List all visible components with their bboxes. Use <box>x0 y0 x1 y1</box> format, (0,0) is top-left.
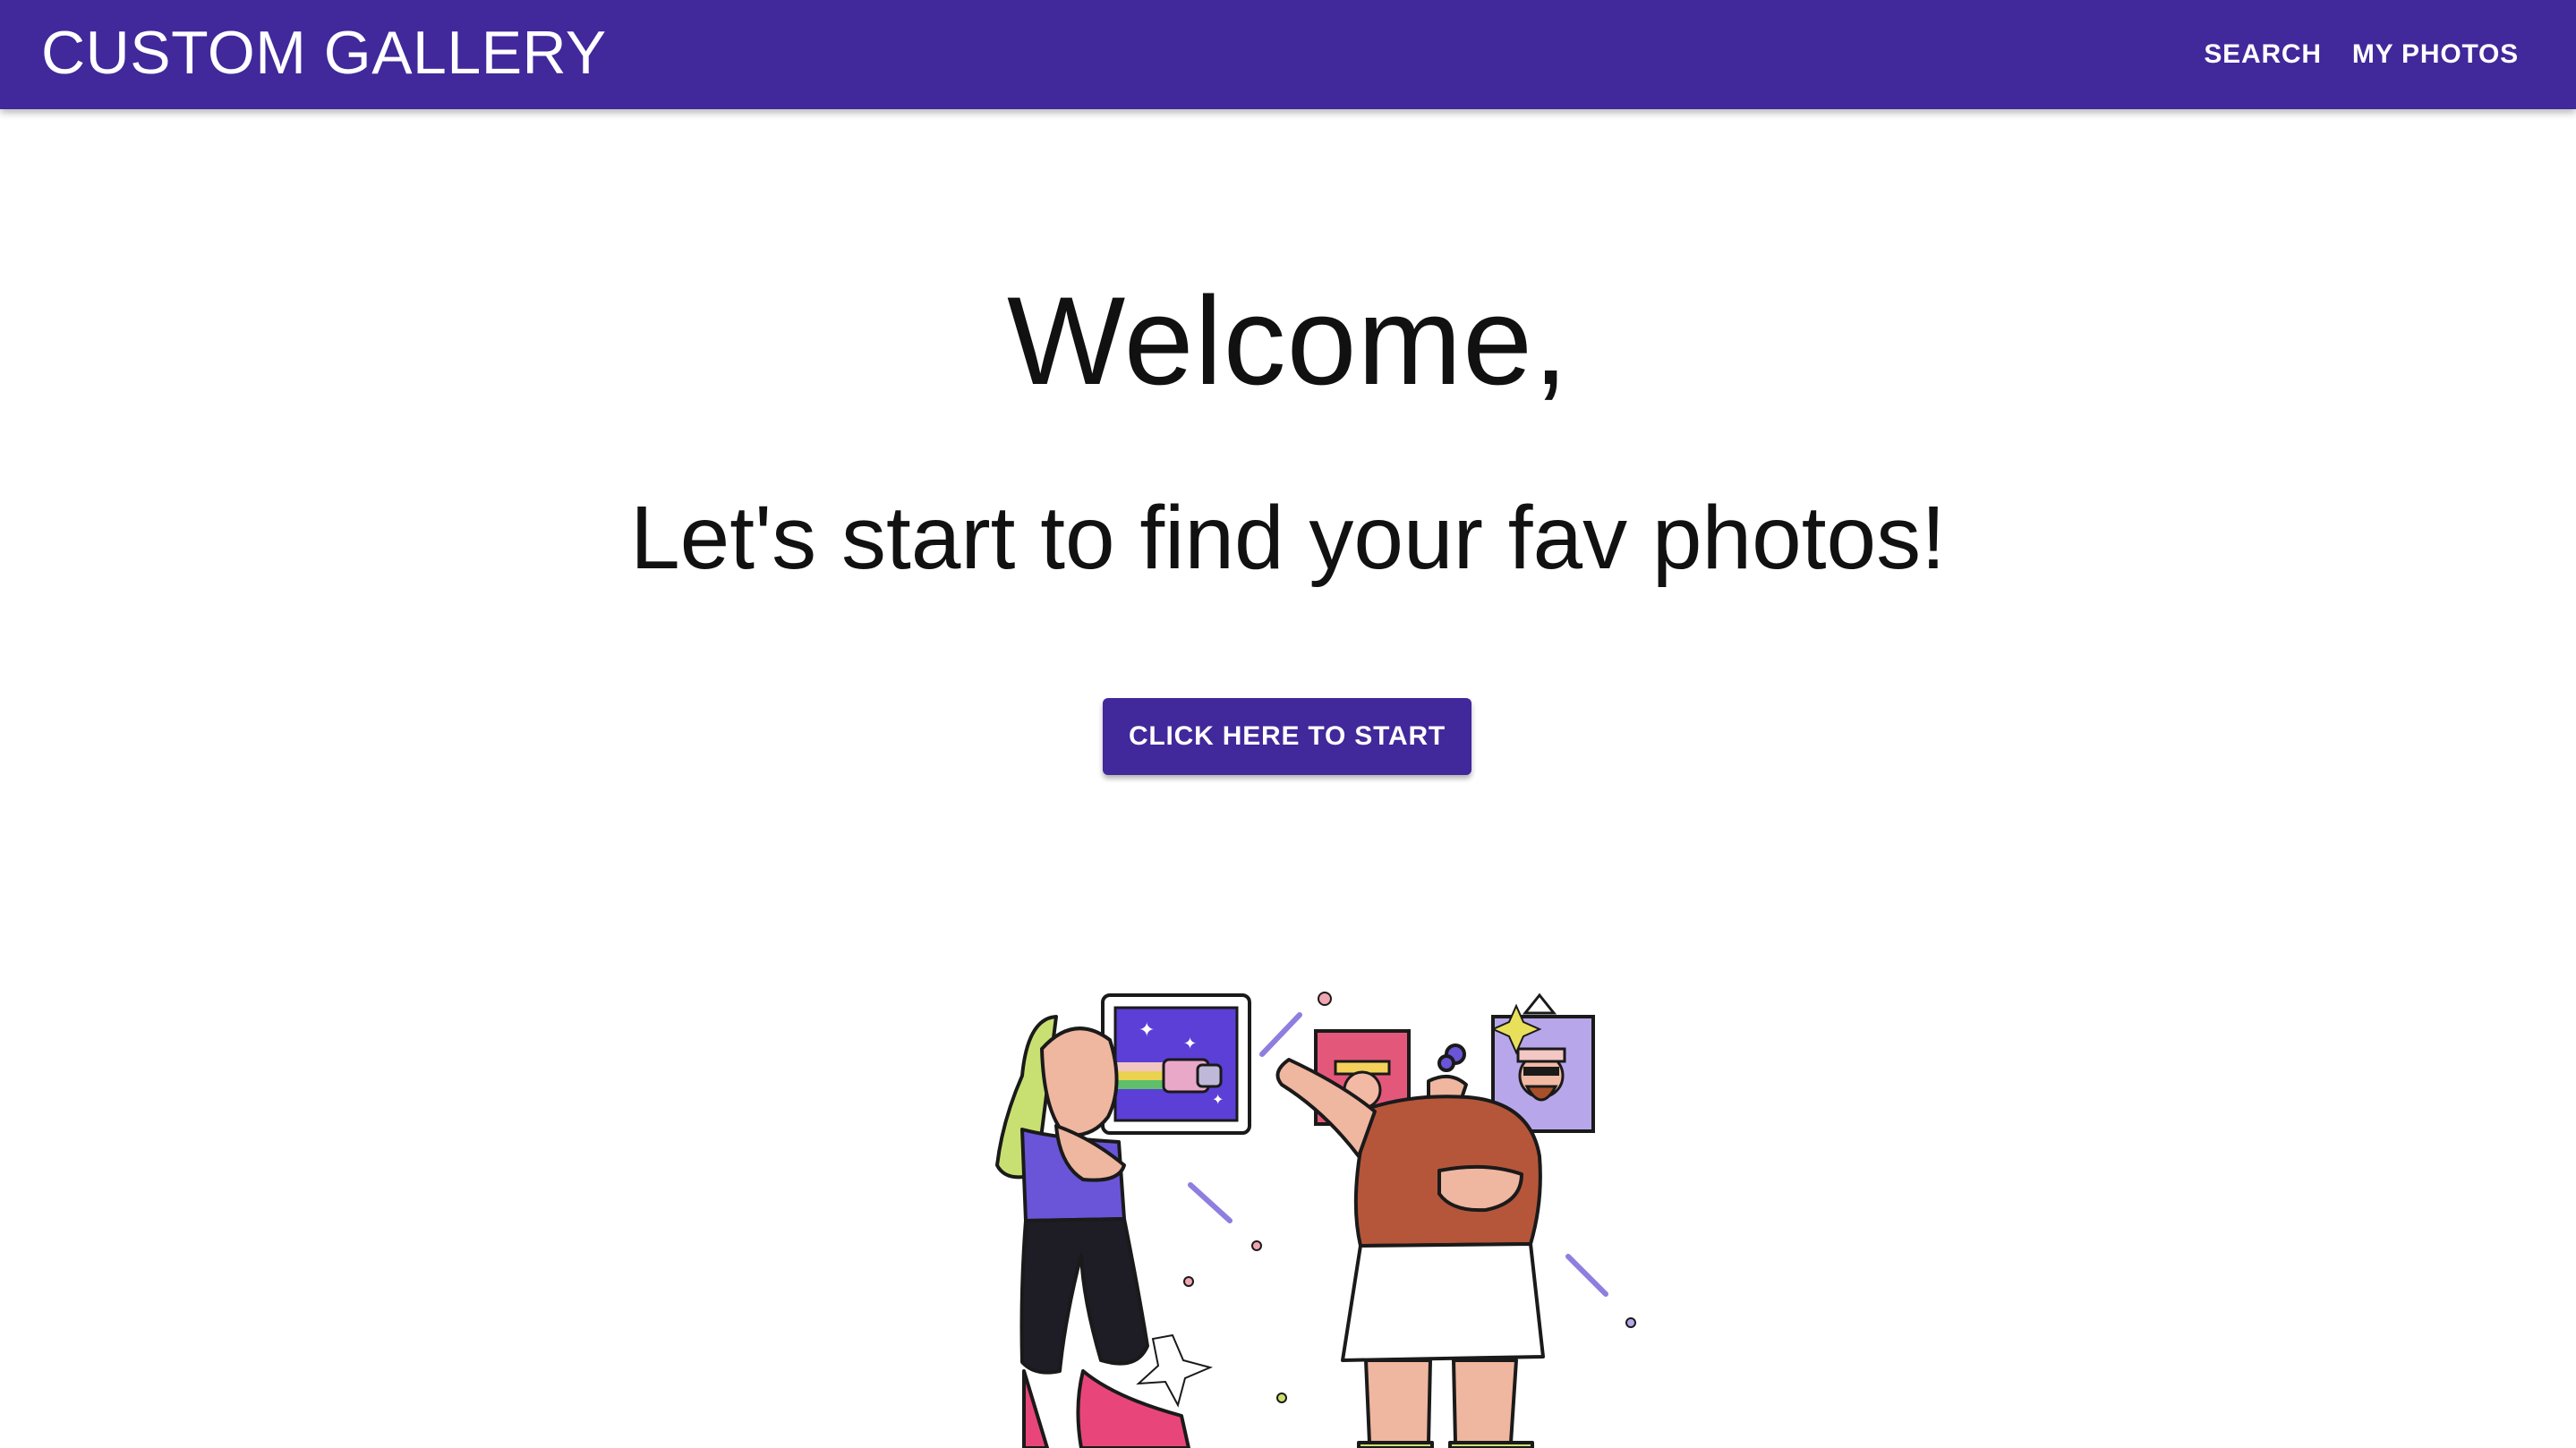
start-button[interactable]: CLICK HERE TO START <box>1103 698 1471 775</box>
svg-text:✦: ✦ <box>1183 1035 1197 1053</box>
woman-figure-right <box>1275 1043 1545 1448</box>
svg-text:✦: ✦ <box>1139 1019 1155 1042</box>
top-nav: SEARCH MY PHOTOS <box>2204 32 2519 77</box>
framed-picture-rainbow-cat: ✦ ✦ ✦ <box>1101 993 1251 1135</box>
nav-search-link[interactable]: SEARCH <box>2204 32 2321 77</box>
gallery-illustration: ✦ ✦ ✦ <box>995 992 1636 1448</box>
hero-section: Welcome, Let's start to find your fav ph… <box>0 109 2576 1448</box>
welcome-subheading: Let's start to find your fav photos! <box>630 488 1946 588</box>
welcome-heading: Welcome, <box>1007 270 1569 411</box>
app-title[interactable]: CUSTOM GALLERY <box>41 18 607 88</box>
svg-text:✦: ✦ <box>1212 1091 1224 1108</box>
nav-my-photos-link[interactable]: MY PHOTOS <box>2352 32 2519 77</box>
app-bar: CUSTOM GALLERY SEARCH MY PHOTOS <box>0 0 2576 109</box>
